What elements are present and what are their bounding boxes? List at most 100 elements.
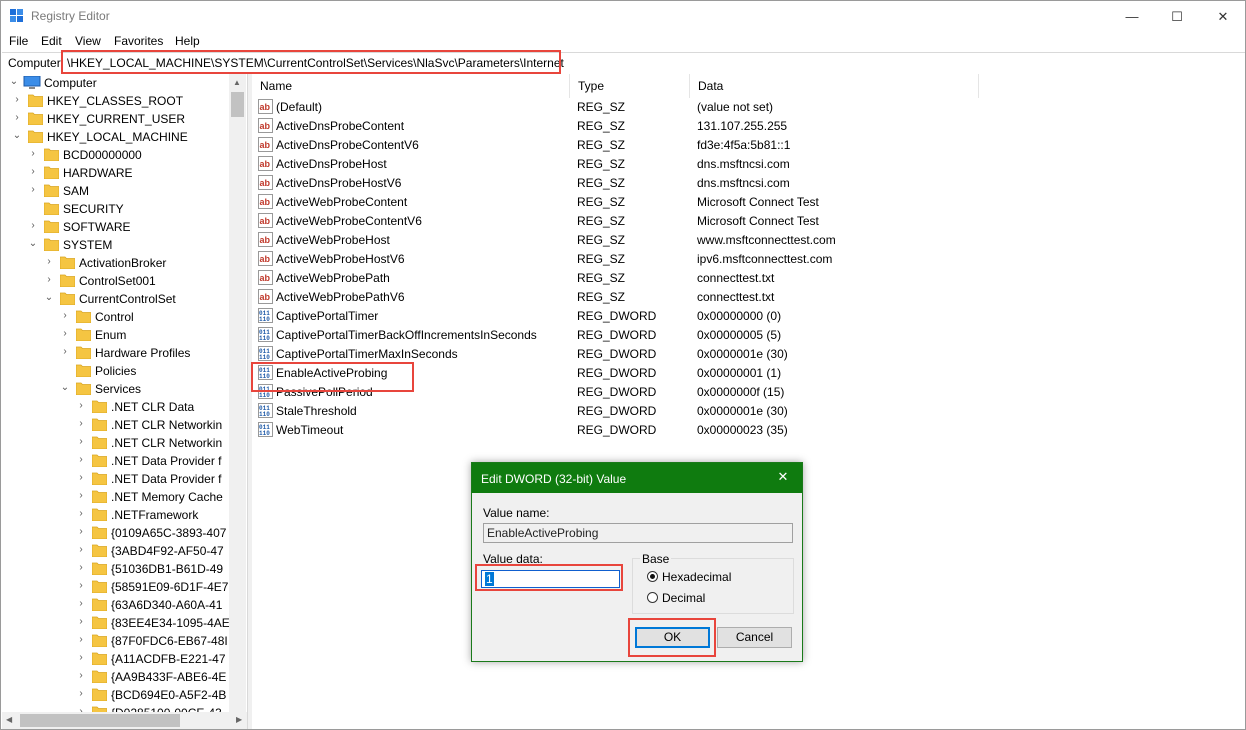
chevron-right-icon[interactable]: › (76, 527, 86, 537)
value-row-webtimeout[interactable]: 011 110 WebTimeout REG_DWORD 0x00000023 (35) (252, 421, 979, 440)
value-row-passivepollperiod[interactable]: 011 110 PassivePollPeriod REG_DWORD 0x000000… (252, 383, 979, 402)
chevron-right-icon[interactable]: › (60, 311, 70, 321)
tree-item-net-memory-cache[interactable]: › .NET Memory Cache (2, 488, 247, 506)
tree-item-netframework[interactable]: › .NETFramework (2, 506, 247, 524)
chevron-down-icon[interactable]: ⌄ (12, 131, 22, 141)
hexadecimal-label[interactable]: Hexadecimal (662, 570, 731, 584)
value-row-activewebprobecontent[interactable]: ab ActiveWebProbeContent REG_SZ Microsoft C… (252, 193, 979, 212)
menu-view[interactable]: View (75, 34, 101, 48)
dialog-close-icon[interactable]: ✕ (768, 469, 798, 487)
value-row-activewebprobepathv6[interactable]: ab ActiveWebProbePathV6 REG_SZ connecttest.… (252, 288, 979, 307)
value-row-captiveportaltimerbackoffincrementsinseconds[interactable]: 011 110 CaptivePortalTimerBackOffIncrement… (252, 326, 979, 345)
tree-item-activationbroker[interactable]: › ActivationBroker (2, 254, 247, 272)
tree-item-security[interactable]: SECURITY (2, 200, 247, 218)
chevron-right-icon[interactable]: › (76, 653, 86, 663)
tree-item-net-data-provider-f[interactable]: › .NET Data Provider f (2, 452, 247, 470)
tree-vertical-scrollbar[interactable]: ▲ (229, 74, 246, 712)
tree-item-control[interactable]: › Control (2, 308, 247, 326)
value-row-activednsprobecontent[interactable]: ab ActiveDnsProbeContent REG_SZ 131.107.255… (252, 117, 979, 136)
chevron-right-icon[interactable]: › (76, 401, 86, 411)
chevron-right-icon[interactable]: › (12, 113, 22, 123)
chevron-right-icon[interactable]: › (76, 689, 86, 699)
minimize-button[interactable]: — (1109, 1, 1155, 32)
tree-item-0109a65c-3893-407[interactable]: › {0109A65C-3893-407 (2, 524, 247, 542)
scrollbar-thumb[interactable] (20, 714, 180, 727)
chevron-right-icon[interactable]: › (76, 581, 86, 591)
address-bar[interactable]: Computer \HKEY_LOCAL_MACHINE\SYSTEM\Curr… (2, 52, 1245, 75)
tree-item-hkey-current-user[interactable]: › HKEY_CURRENT_USER (2, 110, 247, 128)
tree-item-bcd00000000[interactable]: › BCD00000000 (2, 146, 247, 164)
chevron-down-icon[interactable]: ⌄ (44, 293, 54, 303)
tree-item-hkey-classes-root[interactable]: › HKEY_CLASSES_ROOT (2, 92, 247, 110)
tree-item-d0285100-00ce-43[interactable]: ›{D0285100-00CE-43 (2, 704, 247, 712)
chevron-right-icon[interactable]: › (28, 149, 38, 159)
column-header-name[interactable]: Name (252, 74, 570, 98)
cancel-button[interactable]: Cancel (717, 627, 792, 648)
value-row-activednsprobehostv6[interactable]: ab ActiveDnsProbeHostV6 REG_SZ dns.msftncsi… (252, 174, 979, 193)
value-data-input[interactable]: 1 (481, 570, 620, 588)
tree-item-3abd4f92-af50-47[interactable]: › {3ABD4F92-AF50-47 (2, 542, 247, 560)
decimal-label[interactable]: Decimal (662, 591, 705, 605)
tree-item-51036db1-b61d-49[interactable]: › {51036DB1-B61D-49 (2, 560, 247, 578)
tree-item-controlset001[interactable]: › ControlSet001 (2, 272, 247, 290)
chevron-right-icon[interactable]: › (76, 455, 86, 465)
tree-item-enum[interactable]: › Enum (2, 326, 247, 344)
tree-horizontal-scrollbar[interactable]: ◀ ▶ (2, 712, 247, 729)
menu-favorites[interactable]: Favorites (114, 34, 163, 48)
value-row-stalethreshold[interactable]: 011 110 StaleThreshold REG_DWORD 0x0000001e … (252, 402, 979, 421)
column-header-type[interactable]: Type (570, 74, 690, 98)
scroll-up-icon[interactable]: ▲ (233, 78, 241, 87)
tree-item-58591e09-6d1f-4e7[interactable]: › {58591E09-6D1F-4E7 (2, 578, 247, 596)
chevron-right-icon[interactable]: › (76, 635, 86, 645)
menu-edit[interactable]: Edit (41, 34, 62, 48)
chevron-right-icon[interactable]: › (76, 545, 86, 555)
value-row-captiveportaltimer[interactable]: 011 110 CaptivePortalTimer REG_DWORD 0x00000… (252, 307, 979, 326)
tree-item-net-clr-data[interactable]: › .NET CLR Data (2, 398, 247, 416)
tree-item-sam[interactable]: › SAM (2, 182, 247, 200)
chevron-down-icon[interactable]: ⌄ (9, 77, 19, 87)
tree-item-hkey-local-machine[interactable]: ⌄ HKEY_LOCAL_MACHINE (2, 128, 247, 146)
value-row-activewebprobehostv6[interactable]: ab ActiveWebProbeHostV6 REG_SZ ipv6.msftcon… (252, 250, 979, 269)
tree-item-currentcontrolset[interactable]: ⌄ CurrentControlSet (2, 290, 247, 308)
chevron-right-icon[interactable]: › (76, 473, 86, 483)
value-row-activewebprobepath[interactable]: ab ActiveWebProbePath REG_SZ connecttest.tx… (252, 269, 979, 288)
column-header-data[interactable]: Data (690, 74, 979, 98)
value-row-captiveportaltimermaxinseconds[interactable]: 011 110 CaptivePortalTimerMaxInSeconds REG_… (252, 345, 979, 364)
chevron-right-icon[interactable]: › (76, 437, 86, 447)
chevron-right-icon[interactable]: › (60, 329, 70, 339)
tree-item-net-clr-networkin[interactable]: › .NET CLR Networkin (2, 416, 247, 434)
tree-item-aa9b433f-abe6-4e[interactable]: › {AA9B433F-ABE6-4E (2, 668, 247, 686)
value-row-enableactiveprobing[interactable]: 011 110 EnableActiveProbing REG_DWORD 0x0000… (252, 364, 979, 383)
hexadecimal-radio[interactable] (647, 571, 658, 582)
tree-item-63a6d340-a60a-41[interactable]: › {63A6D340-A60A-41 (2, 596, 247, 614)
value-row-activewebprobehost[interactable]: ab ActiveWebProbeHost REG_SZ www.msftconnec… (252, 231, 979, 250)
scrollbar-thumb[interactable] (231, 92, 244, 117)
tree-item-computer[interactable]: ⌄ Computer (2, 74, 247, 92)
chevron-right-icon[interactable]: › (12, 95, 22, 105)
chevron-right-icon[interactable]: › (76, 617, 86, 627)
tree-item-net-data-provider-f[interactable]: › .NET Data Provider f (2, 470, 247, 488)
tree-item-system[interactable]: ⌄ SYSTEM (2, 236, 247, 254)
chevron-right-icon[interactable]: › (28, 185, 38, 195)
chevron-right-icon[interactable]: › (76, 599, 86, 609)
chevron-right-icon[interactable]: › (76, 509, 86, 519)
value-row-activednsprobehost[interactable]: ab ActiveDnsProbeHost REG_SZ dns.msftncsi.c… (252, 155, 979, 174)
tree-item-software[interactable]: › SOFTWARE (2, 218, 247, 236)
chevron-right-icon[interactable]: › (76, 671, 86, 681)
value-row-default[interactable]: ab (Default) REG_SZ (value not set) (252, 98, 979, 117)
chevron-right-icon[interactable]: › (28, 221, 38, 231)
tree-item-hardware-profiles[interactable]: › Hardware Profiles (2, 344, 247, 362)
chevron-right-icon[interactable]: › (28, 167, 38, 177)
tree-item-policies[interactable]: Policies (2, 362, 247, 380)
tree-item-87f0fdc6-eb67-48i[interactable]: › {87F0FDC6-EB67-48I (2, 632, 247, 650)
decimal-radio[interactable] (647, 592, 658, 603)
chevron-right-icon[interactable]: › (44, 275, 54, 285)
scroll-right-icon[interactable]: ▶ (236, 715, 242, 724)
chevron-down-icon[interactable]: ⌄ (60, 383, 70, 393)
chevron-right-icon[interactable]: › (60, 347, 70, 357)
tree-item-a11acdfb-e221-47[interactable]: › {A11ACDFB-E221-47 (2, 650, 247, 668)
ok-button[interactable]: OK (635, 627, 710, 648)
value-row-activednsprobecontentv6[interactable]: ab ActiveDnsProbeContentV6 REG_SZ fd3e:4f5a… (252, 136, 979, 155)
chevron-right-icon[interactable]: › (76, 491, 86, 501)
tree-item-services[interactable]: ⌄ Services (2, 380, 247, 398)
